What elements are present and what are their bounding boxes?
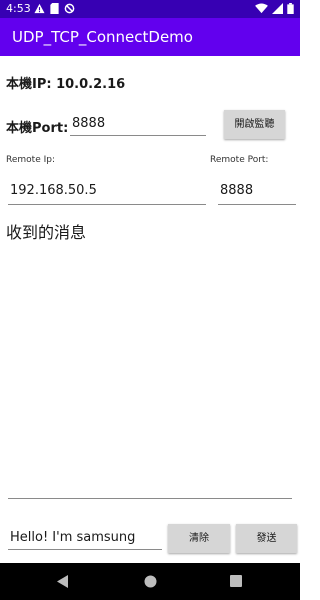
alert-icon <box>34 3 45 14</box>
app-bar: UDP_TCP_ConnectDemo <box>0 18 300 56</box>
remote-ip-field[interactable] <box>8 180 206 205</box>
remote-ip-label: Remote Ip: <box>6 155 55 165</box>
status-left-icons <box>34 3 75 14</box>
back-button[interactable] <box>43 563 83 600</box>
back-icon <box>43 575 83 588</box>
listen-button[interactable]: 開啟監聽 <box>224 110 285 139</box>
remote-port-label: Remote Port: <box>210 155 269 165</box>
recents-button[interactable] <box>216 563 256 600</box>
sim-card-icon <box>50 3 59 14</box>
app-title: UDP_TCP_ConnectDemo <box>12 28 193 46</box>
send-button[interactable]: 發送 <box>236 524 297 553</box>
battery-icon <box>287 3 294 14</box>
received-messages-heading: 收到的消息 <box>6 223 87 242</box>
wifi-icon <box>255 3 268 14</box>
clear-button[interactable]: 清除 <box>168 524 230 553</box>
status-right-icons <box>255 3 294 14</box>
recents-icon <box>216 575 256 587</box>
local-ip-text: 本機IP: 10.0.2.16 <box>6 77 126 92</box>
received-messages-area[interactable] <box>8 245 292 499</box>
local-port-field[interactable] <box>70 115 206 136</box>
navigation-bar <box>0 563 300 600</box>
home-icon <box>130 575 170 588</box>
app-screen: 4:53 UDP_TCP_ConnectDemo 本機IP: 10.0.2.16… <box>0 0 300 600</box>
status-bar: 4:53 <box>0 0 300 18</box>
message-input[interactable] <box>8 528 162 550</box>
sync-icon <box>64 3 75 14</box>
remote-port-field[interactable] <box>218 180 296 205</box>
status-time: 4:53 <box>6 2 31 15</box>
home-button[interactable] <box>130 563 170 600</box>
signal-icon <box>272 3 283 14</box>
local-port-label: 本機Port: <box>6 121 69 136</box>
